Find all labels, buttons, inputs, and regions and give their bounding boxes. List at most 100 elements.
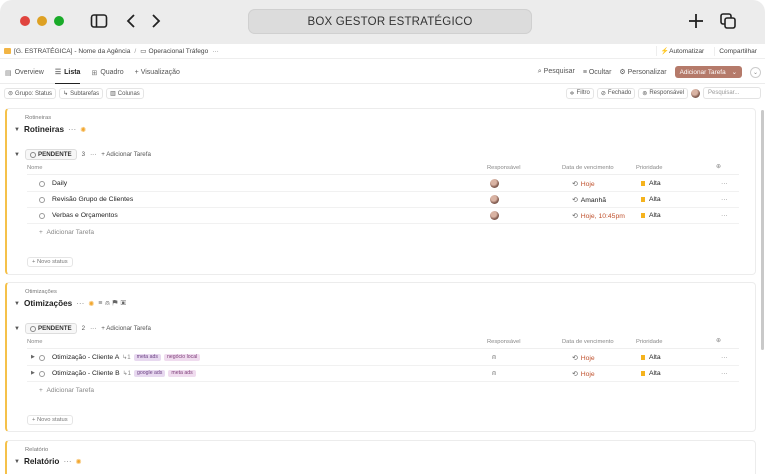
table-row[interactable]: ▶ Otimização - Cliente A ↳1 meta ads neg… <box>27 351 739 366</box>
group-more-button[interactable]: ··· <box>90 325 96 332</box>
avatar[interactable] <box>490 195 499 204</box>
table-row[interactable]: Verbas e Orçamentos ⟲ Hoje, 10:45pm Alta … <box>27 209 739 224</box>
new-status-button[interactable]: + Novo status <box>27 415 73 425</box>
breadcrumb-space[interactable]: [G. ESTRATÉGICA] - Nome da Agência <box>14 48 130 55</box>
task-due-date[interactable]: ⟲ Hoje <box>572 180 595 189</box>
columns-button[interactable]: ▥ Colunas <box>106 88 144 99</box>
task-due-date[interactable]: ⟲ Hoje, 10:45pm <box>572 212 625 221</box>
assignee-filter-button[interactable]: ⊚ Responsável <box>638 87 688 99</box>
tab-add-view[interactable]: + Visualização <box>135 62 180 84</box>
task-priority[interactable]: Alta <box>641 212 661 219</box>
task-more-button[interactable]: ··· <box>721 180 728 187</box>
avatar[interactable] <box>490 179 499 188</box>
closed-button[interactable]: ⊘ Fechado <box>596 87 636 99</box>
add-task-button[interactable]: Adicionar Tarefa ⌄ <box>674 66 742 78</box>
collapse-icon[interactable]: ▼ <box>14 152 20 158</box>
task-status-checkbox[interactable] <box>39 355 45 361</box>
subtasks-button[interactable]: ↳ Subtarefas <box>59 88 104 99</box>
add-task-row[interactable]: + Adicionar Tarefa <box>39 387 94 394</box>
tab-overview-icon[interactable] <box>718 11 738 31</box>
task-more-button[interactable]: ··· <box>721 370 728 377</box>
task-name[interactable]: Otimização - Cliente B ↳1 google ads met… <box>52 370 196 377</box>
column-name[interactable]: Nome <box>27 165 42 171</box>
column-name[interactable]: Nome <box>27 339 42 345</box>
add-column-icon[interactable]: ⊕ <box>716 338 721 344</box>
task-name[interactable]: Otimização - Cliente A ↳1 meta ads negóc… <box>52 354 201 361</box>
minimize-window-button[interactable] <box>37 16 47 26</box>
group-add-task-button[interactable]: + Adicionar Tarefa <box>101 151 151 158</box>
new-status-button[interactable]: + Novo status <box>27 257 73 267</box>
customize-button[interactable]: ⚙ Personalizar <box>619 68 666 76</box>
automate-button[interactable]: ⚡Automatizar <box>655 46 708 56</box>
tag[interactable]: negócio local <box>163 354 201 361</box>
task-name[interactable]: Daily <box>52 180 67 187</box>
ai-sparkle-icon[interactable]: ✺ <box>80 126 86 134</box>
task-name[interactable]: Verbas e Orçamentos <box>52 212 118 219</box>
tab-overview[interactable]: ▤ Overview <box>5 62 44 84</box>
collapse-icon[interactable]: ▼ <box>14 326 20 332</box>
tag[interactable]: google ads <box>134 370 166 377</box>
task-status-checkbox[interactable] <box>39 371 45 377</box>
ai-sparkle-icon[interactable]: ✺ <box>76 458 82 466</box>
group-more-button[interactable]: ··· <box>90 151 96 158</box>
column-priority[interactable]: Prioridade <box>636 165 662 171</box>
table-row[interactable]: ▶ Otimização - Cliente B ↳1 google ads m… <box>27 367 739 382</box>
scrollbar[interactable] <box>761 110 764 350</box>
forward-icon[interactable] <box>145 11 165 31</box>
collapse-icon[interactable]: ▼ <box>14 301 20 307</box>
task-priority[interactable]: Alta <box>641 370 661 377</box>
hide-button[interactable]: ≡ Ocultar <box>583 69 612 76</box>
new-tab-icon[interactable] <box>686 11 706 31</box>
status-pill[interactable]: PENDENTE <box>24 323 77 334</box>
expand-subtasks-icon[interactable]: ▶ <box>31 354 35 360</box>
task-priority[interactable]: Alta <box>641 196 661 203</box>
avatar[interactable] <box>490 211 499 220</box>
add-column-icon[interactable]: ⊕ <box>716 164 721 170</box>
table-row[interactable]: Revisão Grupo de Clientes ⟲ Amanhã Alta ·… <box>27 193 739 208</box>
task-status-checkbox[interactable] <box>39 197 45 203</box>
close-window-button[interactable] <box>20 16 30 26</box>
task-due-date[interactable]: ⟲ Hoje <box>572 354 595 363</box>
task-status-checkbox[interactable] <box>39 181 45 187</box>
search-button[interactable]: ⌕ Pesquisar <box>538 68 575 76</box>
tag[interactable]: meta ads <box>133 354 161 361</box>
group-by-button[interactable]: ⊜ Grupo: Status <box>4 88 57 99</box>
tab-quadro[interactable]: ⊞ Quadro <box>91 62 123 84</box>
task-due-date[interactable]: ⟲ Amanhã <box>572 196 606 205</box>
collapse-icon[interactable]: ▼ <box>14 459 20 465</box>
tag[interactable]: meta ads <box>168 370 196 377</box>
column-assignee[interactable]: Responsável <box>487 339 521 345</box>
group-add-task-button[interactable]: + Adicionar Tarefa <box>101 325 151 332</box>
task-more-button[interactable]: ··· <box>721 196 728 203</box>
section-title[interactable]: ▼ Relatório ··· ✺ <box>14 457 82 466</box>
column-due-date[interactable]: Data de vencimento <box>562 165 614 171</box>
add-task-row[interactable]: + Adicionar Tarefa <box>39 229 94 236</box>
subtask-count[interactable]: ↳1 <box>123 370 131 377</box>
breadcrumb-more-button[interactable]: ··· <box>212 48 219 55</box>
section-tool-icons[interactable]: ≡⍝⚑▣ <box>98 300 129 308</box>
section-more-button[interactable]: ··· <box>68 125 76 134</box>
section-title[interactable]: ▼ Rotineiras ··· ✺ <box>14 125 86 134</box>
share-button[interactable]: Compartilhar <box>714 46 761 56</box>
avatar[interactable] <box>691 88 700 98</box>
ai-sparkle-icon[interactable]: ✺ <box>88 300 94 308</box>
column-priority[interactable]: Prioridade <box>636 339 662 345</box>
section-more-button[interactable]: ··· <box>76 299 84 308</box>
breadcrumb-list[interactable]: Operacional Tráfego <box>149 48 209 55</box>
task-due-date[interactable]: ⟲ Hoje <box>572 370 595 379</box>
table-row[interactable]: Daily ⟲ Hoje Alta ··· <box>27 177 739 192</box>
tab-lista[interactable]: ☰ Lista <box>54 62 81 84</box>
column-assignee[interactable]: Responsável <box>487 165 521 171</box>
task-priority[interactable]: Alta <box>641 180 661 187</box>
subtask-count[interactable]: ↳1 <box>122 354 130 361</box>
expand-subtasks-icon[interactable]: ▶ <box>31 370 35 376</box>
task-status-checkbox[interactable] <box>39 213 45 219</box>
assign-user-icon[interactable]: ⍝ <box>492 370 496 378</box>
collapse-icon[interactable]: ▼ <box>14 127 20 133</box>
expand-menu-button[interactable]: ⌄ <box>750 66 761 78</box>
task-more-button[interactable]: ··· <box>721 212 728 219</box>
status-pill[interactable]: PENDENTE <box>24 149 77 160</box>
task-priority[interactable]: Alta <box>641 354 661 361</box>
section-title[interactable]: ▼ Otimizações ··· ✺ ≡⍝⚑▣ <box>14 299 129 308</box>
maximize-window-button[interactable] <box>54 16 64 26</box>
